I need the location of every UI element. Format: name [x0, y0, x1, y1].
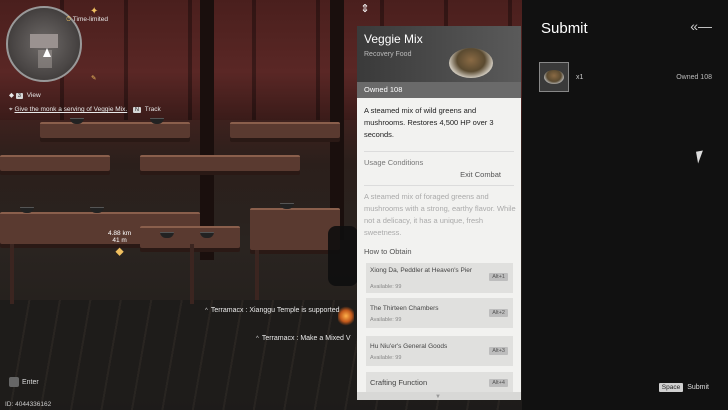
source-name: Hu Niu'er's General Goods: [370, 343, 448, 350]
view-label: View: [26, 92, 41, 99]
divider: [364, 185, 514, 186]
collapse-icon[interactable]: ⇕: [357, 2, 373, 20]
source-hotkey: Alt+2: [489, 309, 508, 317]
source-available: Available: 99: [370, 317, 402, 323]
quest-pin-icon: ⌖: [9, 106, 13, 113]
track-key: N: [133, 107, 142, 113]
chat-line-text: Terramacx : Xianggu Temple is supported: [210, 307, 340, 314]
chat-line: ^ Terramacx : Xianggu Temple is supported: [205, 307, 340, 314]
source-name: Crafting Function: [370, 378, 428, 387]
source-entry[interactable]: Xiong Da, Peddler at Heaven's Pier Avail…: [366, 263, 513, 293]
npc-marker[interactable]: 4.88 km 41 m ⬥: [108, 230, 131, 259]
dining-table: [0, 155, 110, 171]
dining-table: [140, 155, 300, 171]
player-arrow-icon: [43, 48, 51, 57]
source-hotkey: Alt+1: [489, 273, 508, 281]
owned-bar: Owned 108: [357, 82, 521, 98]
submit-key: Space: [658, 383, 684, 392]
marker-distance: 4.88 km: [108, 230, 132, 237]
pillar: [330, 0, 344, 240]
item-slot[interactable]: [539, 62, 569, 92]
quest-tag-label: Time-limited: [72, 16, 108, 23]
enter-icon: [9, 377, 19, 387]
submit-button[interactable]: Space Submit: [658, 383, 709, 392]
item-effect: A steamed mix of wild greens and mushroo…: [364, 106, 494, 139]
source-entry[interactable]: Hu Niu'er's General Goods Available: 99 …: [366, 336, 513, 366]
chat-caret-icon: ^: [205, 308, 208, 314]
compass-icon: ✦: [90, 6, 99, 17]
source-available: Available: 99: [370, 284, 402, 290]
veggie-mix-icon: [544, 70, 564, 84]
marker-height: 41 m: [112, 237, 127, 244]
source-entry[interactable]: The Thirteen Chambers Available: 99 Alt+…: [366, 298, 513, 328]
chat-caret-icon: ^: [256, 336, 259, 342]
item-detail-card: Veggie Mix Recovery Food Owned 108 A ste…: [357, 26, 521, 400]
player-character: [328, 226, 358, 286]
owned-count: Owned 108: [364, 85, 403, 94]
source-entry[interactable]: Crafting Function Alt+4: [366, 372, 513, 394]
table-leg: [190, 244, 194, 304]
quest-diamond-icon: ◆: [9, 92, 14, 99]
dining-table: [40, 122, 190, 138]
view-hint[interactable]: ◆ 3 View: [9, 91, 41, 99]
pillar: [200, 0, 214, 260]
divider: [364, 151, 514, 152]
usage-conditions-label: Usage Conditions: [364, 158, 424, 167]
quest-text[interactable]: Give the monk a serving of Veggie Mix.: [14, 106, 127, 113]
veggie-mix-image: [449, 48, 493, 78]
time-icon: ⏱: [66, 16, 72, 23]
source-hotkey: Alt+3: [489, 347, 508, 355]
quest-tag: ⏱ Time-limited: [66, 16, 108, 24]
torch-glow: [338, 306, 354, 326]
table-leg: [10, 244, 14, 304]
chevron-down-icon[interactable]: ▼: [435, 394, 441, 400]
target-icon: ⬥: [115, 244, 124, 258]
back-arrow-icon[interactable]: «—: [690, 18, 712, 34]
panel-owned-count: Owned 108: [676, 74, 712, 81]
usage-conditions-value: Exit Combat: [460, 170, 501, 179]
source-name: The Thirteen Chambers: [370, 305, 439, 312]
dining-table: [230, 122, 340, 138]
player-id: ID: 4044336162: [5, 401, 52, 408]
enter-label: Enter: [22, 378, 39, 386]
quest-tracker[interactable]: ⌖ Give the monk a serving of Veggie Mix.…: [9, 106, 161, 114]
chat-line: ^ Terramacx : Make a Mixed V: [256, 335, 351, 342]
item-quantity: x1: [576, 74, 584, 81]
panel-title: Submit: [541, 20, 588, 37]
minimap-building: [30, 34, 58, 48]
chat-line-text: Terramacx : Make a Mixed V: [261, 335, 351, 342]
enter-button[interactable]: Enter: [9, 377, 39, 387]
item-flavor-text: A steamed mix of foraged greens and mush…: [364, 192, 516, 237]
submit-label: Submit: [687, 384, 709, 391]
submit-panel: Submit «— x1 Owned 108 Space Submit: [522, 0, 728, 410]
item-category: Recovery Food: [364, 51, 412, 58]
item-name: Veggie Mix: [364, 32, 423, 46]
table-leg: [255, 250, 259, 300]
item-card-header: Veggie Mix Recovery Food Owned 108: [357, 26, 521, 98]
dining-table: [250, 208, 340, 250]
source-name: Xiong Da, Peddler at Heaven's Pier: [370, 267, 473, 274]
waypoint-icon: ✎: [91, 75, 97, 82]
source-available: Available: 99: [370, 355, 402, 361]
view-key: 3: [15, 93, 23, 99]
how-to-obtain-label: How to Obtain: [364, 247, 412, 256]
track-label: Track: [144, 106, 161, 113]
source-hotkey: Alt+4: [489, 379, 508, 387]
